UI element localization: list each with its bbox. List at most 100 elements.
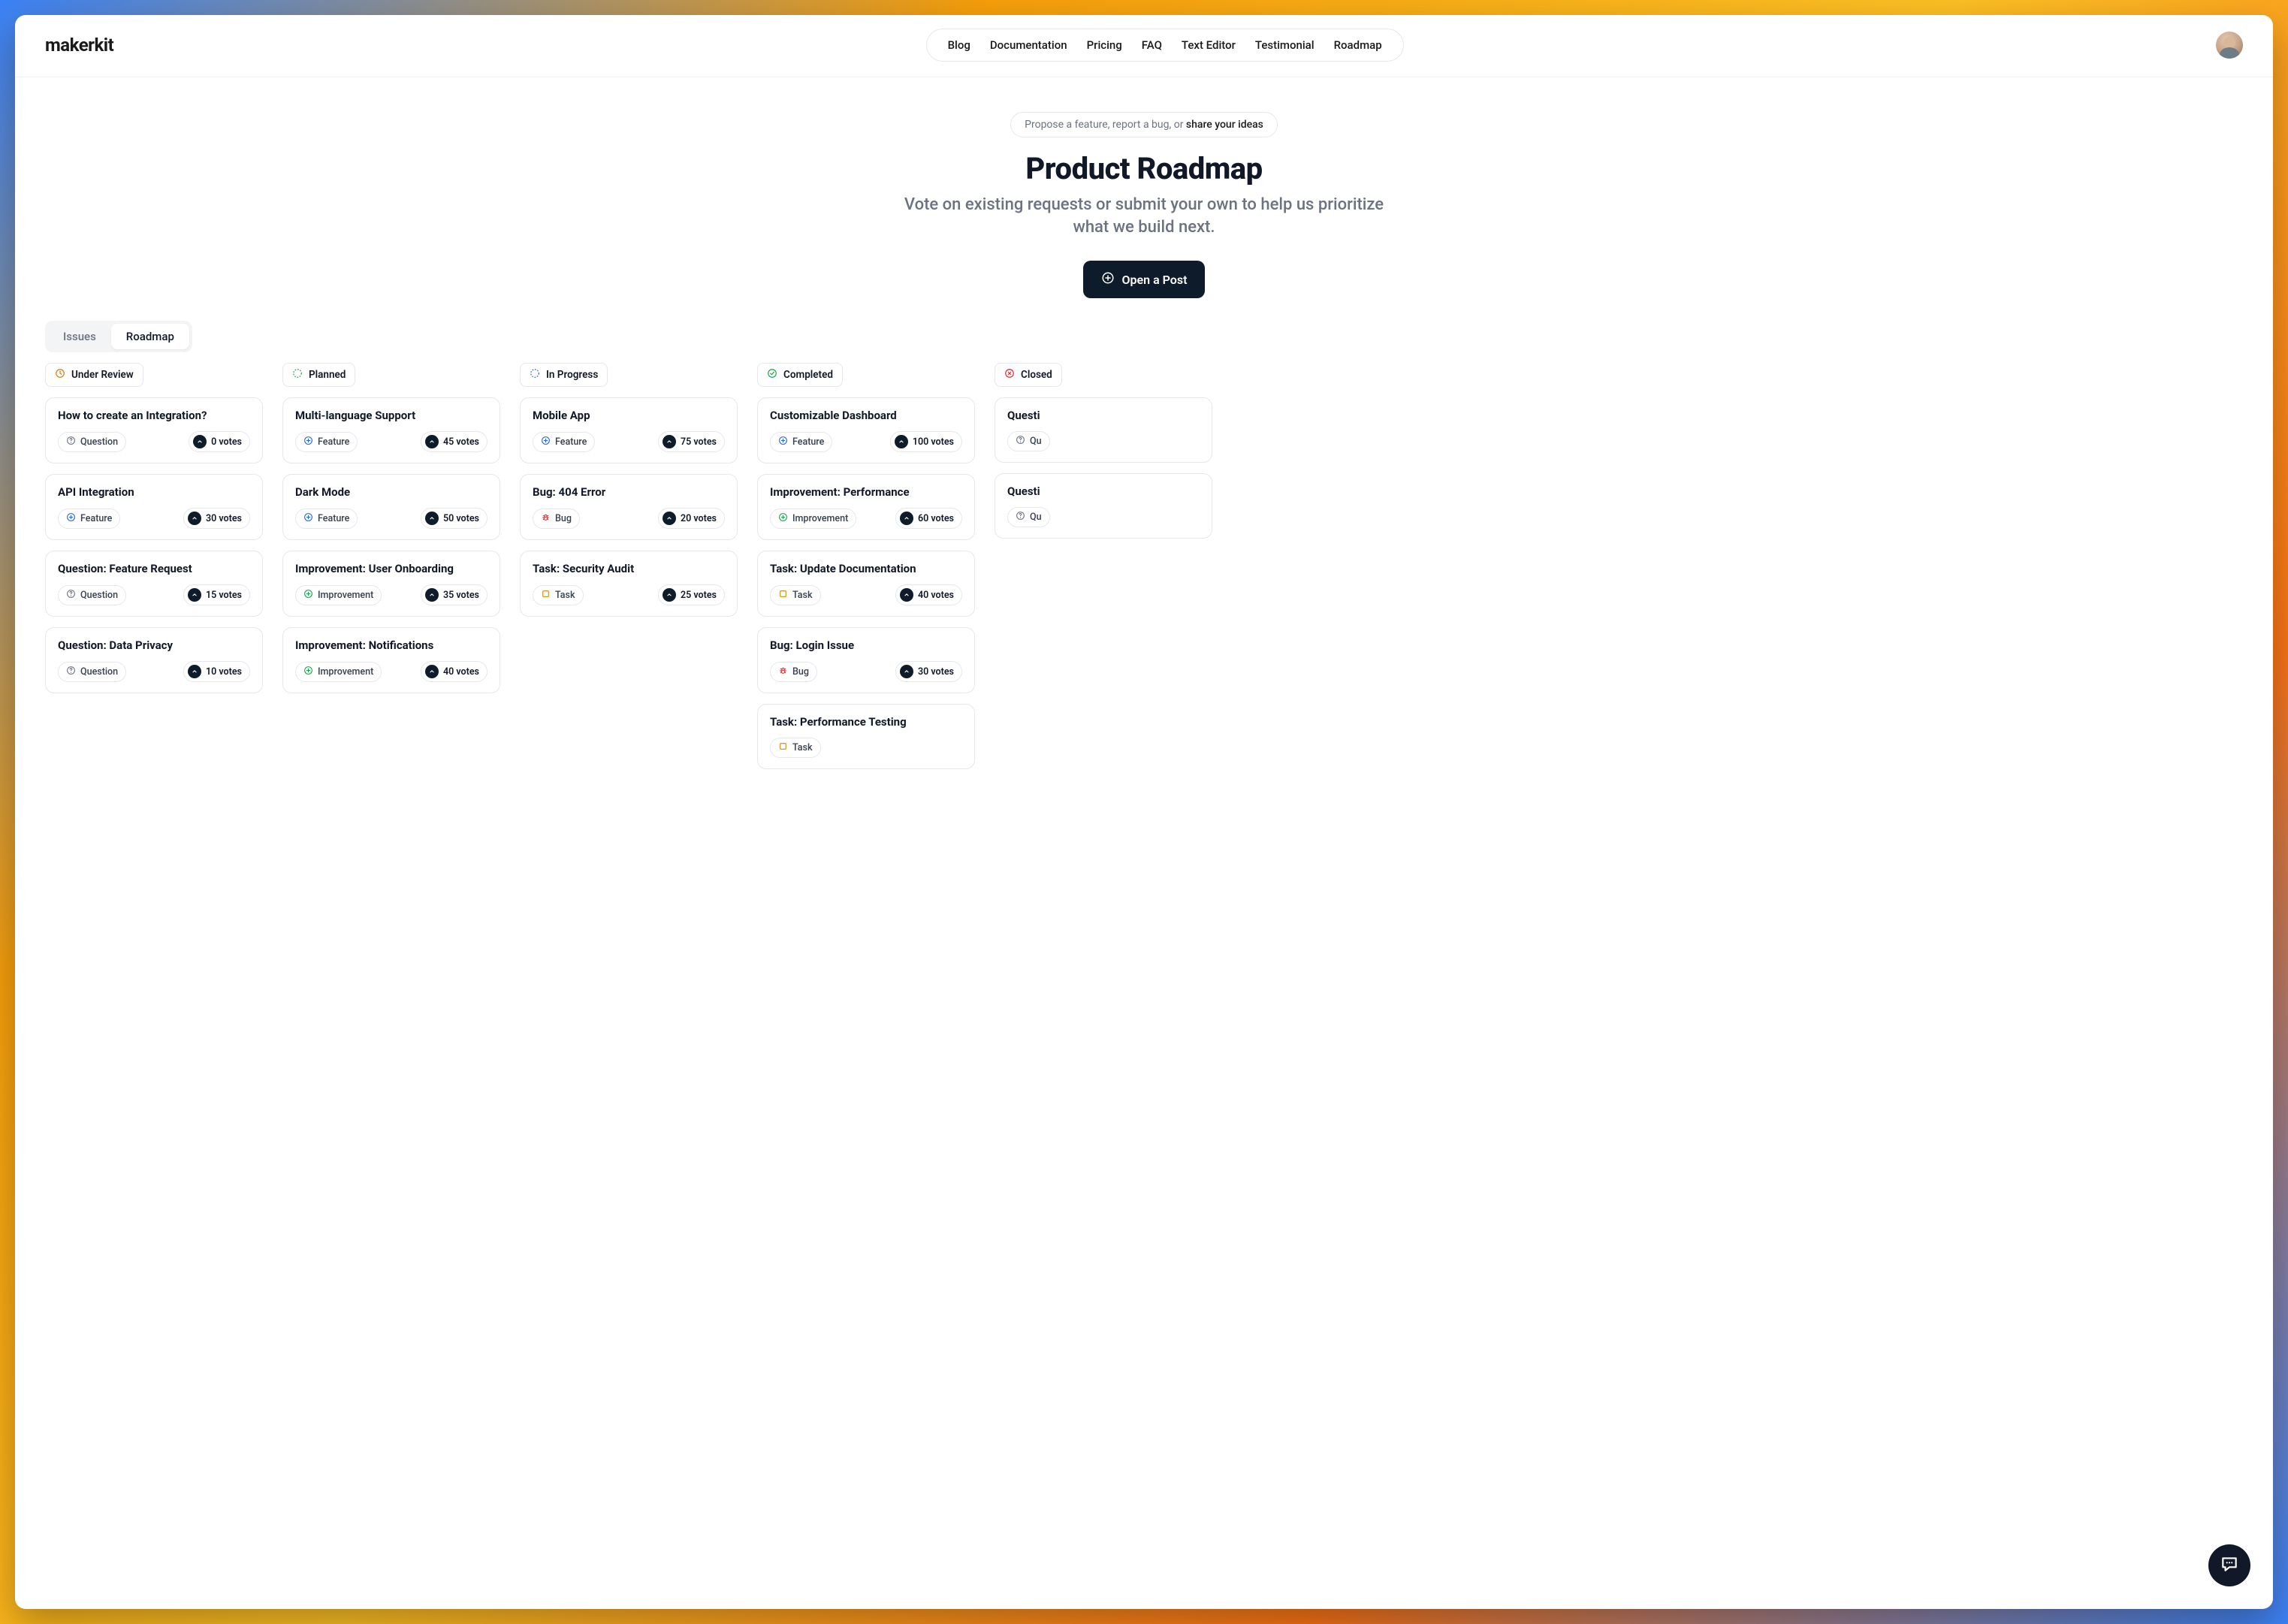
vote-button[interactable]: 50 votes bbox=[421, 508, 487, 529]
dashed-circle-icon bbox=[292, 368, 303, 382]
card-tag-label: Qu bbox=[1030, 436, 1042, 447]
roadmap-card[interactable]: How to create an Integration? Question 0… bbox=[45, 397, 263, 463]
roadmap-card[interactable]: API Integration Feature 30 votes bbox=[45, 474, 263, 540]
vote-button[interactable]: 45 votes bbox=[421, 431, 487, 452]
roadmap-card[interactable]: Task: Update Documentation Task 40 votes bbox=[757, 551, 975, 617]
tab-roadmap[interactable]: Roadmap bbox=[111, 324, 189, 349]
column-closed: Closed Questi Qu Questi Qu bbox=[995, 363, 1212, 1586]
nav-link-text-editor[interactable]: Text Editor bbox=[1182, 38, 1236, 52]
column-label: Closed bbox=[1021, 369, 1052, 381]
chat-fab[interactable] bbox=[2208, 1544, 2250, 1586]
upvote-icon bbox=[895, 435, 908, 448]
vote-button[interactable]: 40 votes bbox=[421, 661, 487, 682]
roadmap-card[interactable]: Question: Feature Request Question 15 vo… bbox=[45, 551, 263, 617]
card-meta-row: Improvement 40 votes bbox=[295, 661, 487, 682]
upvote-icon bbox=[425, 512, 439, 525]
upvote-icon bbox=[425, 588, 439, 602]
column-cards: Mobile App Feature 75 votes Bug: 404 Err… bbox=[520, 397, 738, 617]
card-title: Dark Mode bbox=[295, 485, 487, 499]
nav-link-documentation[interactable]: Documentation bbox=[990, 38, 1067, 52]
open-post-button[interactable]: Open a Post bbox=[1083, 261, 1206, 298]
nav-link-pricing[interactable]: Pricing bbox=[1087, 38, 1122, 52]
roadmap-card[interactable]: Bug: Login Issue Bug 30 votes bbox=[757, 627, 975, 693]
card-tag-label: Feature bbox=[792, 436, 824, 448]
primary-nav: Blog Documentation Pricing FAQ Text Editor Te… bbox=[926, 29, 1404, 62]
vote-button[interactable]: 10 votes bbox=[183, 661, 250, 682]
roadmap-card[interactable]: Improvement: User Onboarding Improvement… bbox=[282, 551, 500, 617]
square-icon bbox=[778, 741, 788, 754]
help-icon bbox=[1016, 435, 1025, 448]
card-tag: Question bbox=[58, 585, 126, 605]
card-tag-label: Task bbox=[792, 742, 813, 753]
square-icon bbox=[778, 589, 788, 602]
upvote-icon bbox=[188, 588, 201, 602]
roadmap-card[interactable]: Bug: 404 Error Bug 20 votes bbox=[520, 474, 738, 540]
roadmap-card[interactable]: Questi Qu bbox=[995, 397, 1212, 463]
roadmap-card[interactable]: Improvement: Performance Improvement 60 … bbox=[757, 474, 975, 540]
card-meta-row: Task 25 votes bbox=[533, 584, 725, 605]
vote-count: 40 votes bbox=[918, 590, 954, 601]
vote-button[interactable]: 100 votes bbox=[890, 431, 962, 452]
help-icon bbox=[66, 589, 76, 602]
card-meta-row: Task bbox=[770, 738, 962, 758]
card-tag-label: Feature bbox=[318, 513, 349, 524]
vote-button[interactable]: 75 votes bbox=[658, 431, 725, 452]
vote-button[interactable]: 20 votes bbox=[658, 508, 725, 529]
nav-link-blog[interactable]: Blog bbox=[948, 38, 970, 52]
brand-logo[interactable]: makerkit bbox=[45, 35, 113, 56]
column-label: Planned bbox=[309, 369, 346, 381]
column-label: Under Review bbox=[71, 369, 134, 381]
topbar: makerkit Blog Documentation Pricing FAQ Text… bbox=[15, 15, 2273, 77]
roadmap-card[interactable]: Mobile App Feature 75 votes bbox=[520, 397, 738, 463]
column-planned: Planned Multi-language Support Feature 4… bbox=[282, 363, 500, 1586]
nav-link-testimonial[interactable]: Testimonial bbox=[1255, 38, 1315, 52]
check-circle-icon bbox=[767, 368, 777, 382]
column-header-closed: Closed bbox=[995, 363, 1062, 387]
card-tag: Feature bbox=[770, 432, 832, 452]
roadmap-card[interactable]: Multi-language Support Feature 45 votes bbox=[282, 397, 500, 463]
upvote-icon bbox=[425, 435, 439, 448]
user-avatar[interactable] bbox=[2216, 32, 2243, 59]
vote-button[interactable]: 40 votes bbox=[895, 584, 962, 605]
plus-circle-icon bbox=[303, 589, 313, 602]
vote-button[interactable]: 35 votes bbox=[421, 584, 487, 605]
card-title: Mobile App bbox=[533, 409, 725, 422]
card-title: Task: Performance Testing bbox=[770, 715, 962, 729]
card-tag: Bug bbox=[770, 662, 817, 682]
vote-button[interactable]: 60 votes bbox=[895, 508, 962, 529]
bug-icon bbox=[541, 512, 551, 525]
card-title: Improvement: Performance bbox=[770, 485, 962, 499]
nav-link-roadmap[interactable]: Roadmap bbox=[1334, 38, 1382, 52]
card-tag-label: Bug bbox=[555, 513, 572, 524]
vote-button[interactable]: 15 votes bbox=[183, 584, 250, 605]
roadmap-card[interactable]: Questi Qu bbox=[995, 473, 1212, 539]
vote-button[interactable]: 30 votes bbox=[183, 508, 250, 529]
vote-button[interactable]: 30 votes bbox=[895, 661, 962, 682]
vote-button[interactable]: 25 votes bbox=[658, 584, 725, 605]
upvote-icon bbox=[900, 665, 913, 678]
roadmap-card[interactable]: Task: Security Audit Task 25 votes bbox=[520, 551, 738, 617]
page-subtitle: Vote on existing requests or submit your… bbox=[904, 194, 1384, 238]
board-scroll[interactable]: Under Review How to create an Integratio… bbox=[15, 363, 2273, 1609]
help-icon bbox=[66, 666, 76, 678]
card-tag-label: Qu bbox=[1030, 512, 1042, 523]
roadmap-card[interactable]: Customizable Dashboard Feature 100 votes bbox=[757, 397, 975, 463]
card-tag-label: Improvement bbox=[318, 590, 373, 601]
card-meta-row: Qu bbox=[1007, 507, 1200, 527]
roadmap-card[interactable]: Dark Mode Feature 50 votes bbox=[282, 474, 500, 540]
nav-link-faq[interactable]: FAQ bbox=[1142, 38, 1162, 52]
hero-chip[interactable]: Propose a feature, report a bug, or shar… bbox=[1010, 112, 1278, 137]
vote-button[interactable]: 0 votes bbox=[189, 431, 250, 452]
tab-issues[interactable]: Issues bbox=[48, 324, 111, 349]
card-tag: Feature bbox=[295, 432, 358, 452]
roadmap-card[interactable]: Task: Performance Testing Task bbox=[757, 704, 975, 769]
roadmap-card[interactable]: Improvement: Notifications Improvement 4… bbox=[282, 627, 500, 693]
roadmap-card[interactable]: Question: Data Privacy Question 10 votes bbox=[45, 627, 263, 693]
vote-count: 15 votes bbox=[206, 590, 242, 601]
tabs-row: Issues Roadmap bbox=[15, 321, 2273, 363]
upvote-icon bbox=[900, 512, 913, 525]
card-title: Multi-language Support bbox=[295, 409, 487, 422]
upvote-icon bbox=[900, 588, 913, 602]
plus-circle-icon bbox=[1101, 271, 1115, 288]
card-tag-label: Task bbox=[555, 590, 575, 601]
